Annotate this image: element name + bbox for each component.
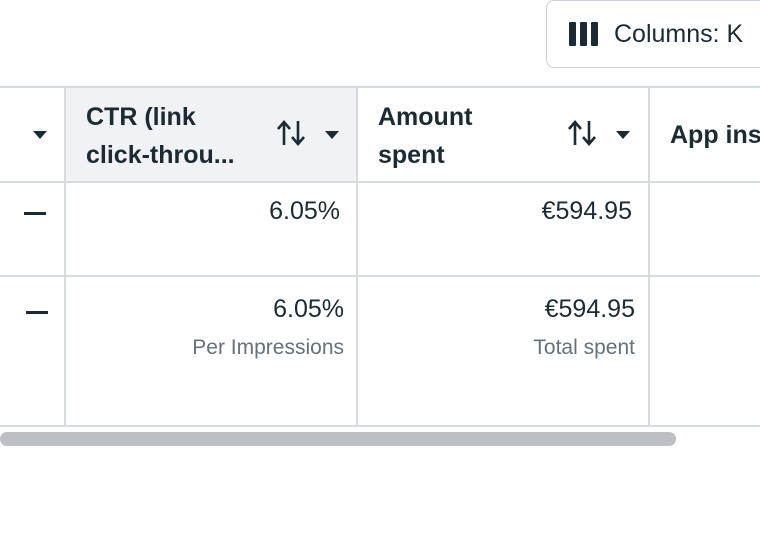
header-label-app-installs: App ins <box>670 121 760 149</box>
row-divider <box>0 275 760 277</box>
columns-button-label: Columns: K <box>614 19 744 48</box>
ctr-value: 6.05% <box>269 197 340 225</box>
ctr-total-caption: Per Impressions <box>192 336 344 359</box>
empty-value-dash <box>26 311 48 314</box>
columns-button[interactable]: Columns: K <box>546 0 760 68</box>
table-bottom-border <box>0 425 760 427</box>
column-divider <box>64 86 66 426</box>
horizontal-scrollbar[interactable] <box>0 432 676 446</box>
caret-down-icon[interactable] <box>33 131 47 139</box>
header-bottom-border <box>0 181 760 183</box>
sort-icon[interactable] <box>276 119 306 152</box>
amount-spent-total-caption: Total spent <box>533 336 635 359</box>
header-label-ctr: CTR (link click-throu... <box>86 103 235 169</box>
amount-spent-total-value: €594.95 <box>544 295 635 323</box>
header-top-border <box>0 86 760 88</box>
column-divider <box>648 86 650 426</box>
amount-spent-value: €594.95 <box>541 197 632 225</box>
sort-icon[interactable] <box>567 119 597 152</box>
caret-down-icon[interactable] <box>616 131 630 139</box>
ctr-total-value: 6.05% <box>273 295 344 323</box>
header-label-amount: Amount spent <box>378 103 473 169</box>
column-divider <box>356 86 358 426</box>
empty-value-dash <box>24 212 46 215</box>
columns-icon <box>569 22 598 46</box>
caret-down-icon[interactable] <box>325 131 339 139</box>
